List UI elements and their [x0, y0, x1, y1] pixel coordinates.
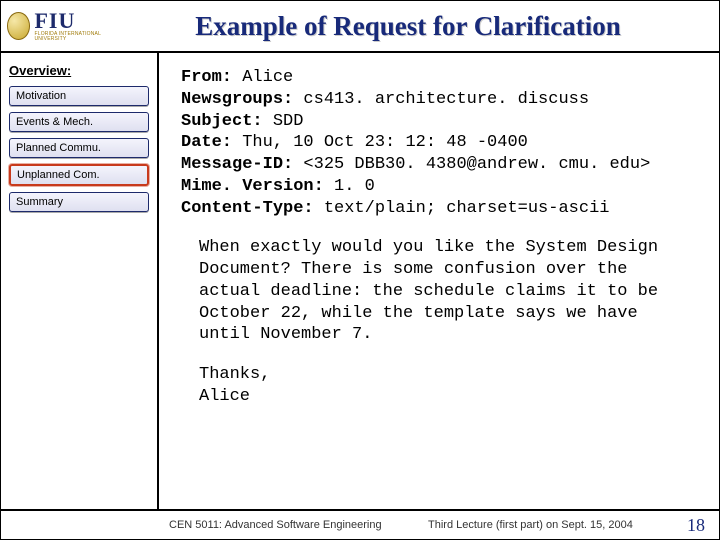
content: From: Alice Newsgroups: cs413. architect…: [159, 53, 719, 509]
logo-area: FIU FLORIDA INTERNATIONAL UNIVERSITY: [7, 10, 117, 42]
email-headers: From: Alice Newsgroups: cs413. architect…: [181, 67, 691, 219]
subject-value: SDD: [263, 112, 304, 131]
logo-text: FIU: [34, 10, 117, 32]
footer: CEN 5011: Advanced Software Engineering …: [1, 509, 719, 539]
messageid-label: Message-ID:: [181, 155, 293, 174]
contenttype-value: text/plain; charset=us-ascii: [314, 199, 610, 218]
main: Overview: Motivation Events & Mech. Plan…: [1, 53, 719, 509]
email-body: When exactly would you like the System D…: [181, 237, 691, 346]
header: FIU FLORIDA INTERNATIONAL UNIVERSITY Exa…: [1, 1, 719, 53]
footer-page-number: 18: [687, 515, 711, 536]
newsgroups-label: Newsgroups:: [181, 90, 293, 109]
sidebar-heading: Overview:: [9, 63, 149, 78]
from-label: From:: [181, 68, 232, 87]
sidebar-item-unplanned[interactable]: Unplanned Com.: [9, 164, 149, 186]
sidebar: Overview: Motivation Events & Mech. Plan…: [1, 53, 159, 509]
contenttype-label: Content-Type:: [181, 199, 314, 218]
footer-lecture: Third Lecture (first part) on Sept. 15, …: [428, 519, 687, 531]
newsgroups-value: cs413. architecture. discuss: [293, 90, 589, 109]
sidebar-item-planned[interactable]: Planned Commu.: [9, 138, 149, 158]
mime-value: 1. 0: [324, 177, 375, 196]
date-label: Date:: [181, 133, 232, 152]
date-value: Thu, 10 Oct 23: 12: 48 -0400: [232, 133, 528, 152]
mime-label: Mime. Version:: [181, 177, 324, 196]
logo-subtext: FLORIDA INTERNATIONAL UNIVERSITY: [34, 32, 117, 42]
subject-label: Subject:: [181, 112, 263, 131]
footer-course: CEN 5011: Advanced Software Engineering: [9, 519, 428, 531]
sidebar-item-summary[interactable]: Summary: [9, 192, 149, 212]
university-seal-icon: [7, 12, 30, 40]
closing-name: Alice: [199, 386, 691, 408]
from-value: Alice: [232, 68, 293, 87]
closing-thanks: Thanks,: [199, 364, 691, 386]
page-title: Example of Request for Clarification: [117, 11, 719, 42]
fiu-logo: FIU FLORIDA INTERNATIONAL UNIVERSITY: [34, 10, 117, 42]
sidebar-item-events[interactable]: Events & Mech.: [9, 112, 149, 132]
messageid-value: <325 DBB30. 4380@andrew. cmu. edu>: [293, 155, 650, 174]
email-closing: Thanks, Alice: [181, 364, 691, 408]
sidebar-item-motivation[interactable]: Motivation: [9, 86, 149, 106]
